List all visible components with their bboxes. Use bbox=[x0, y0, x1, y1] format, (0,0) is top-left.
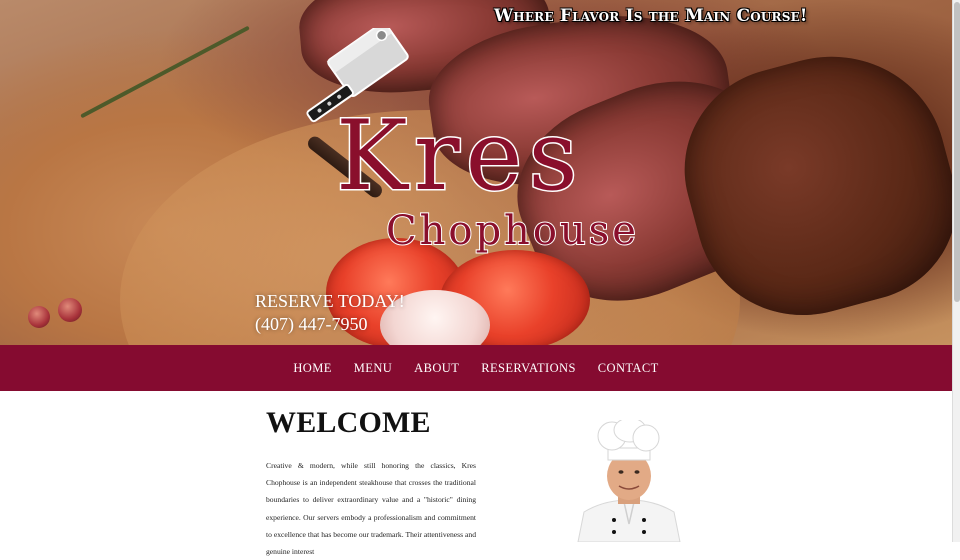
intro-paragraph: Creative & modern, while still honoring … bbox=[266, 461, 476, 557]
main-nav: HOME MENU ABOUT RESERVATIONS CONTACT bbox=[0, 345, 952, 391]
rosemary-decoration bbox=[80, 25, 250, 119]
scrollbar-thumb[interactable] bbox=[954, 2, 960, 302]
nav-item-menu[interactable]: MENU bbox=[354, 361, 392, 376]
welcome-heading: WELCOME bbox=[266, 406, 431, 439]
nav-item-reservations[interactable]: RESERVATIONS bbox=[481, 361, 576, 376]
reserve-phone-link[interactable]: (407) 447-7950 bbox=[255, 313, 405, 336]
nav-item-contact[interactable]: CONTACT bbox=[598, 361, 659, 376]
nav-item-about[interactable]: ABOUT bbox=[414, 361, 459, 376]
tagline: Where Flavor Is the Main Course! bbox=[494, 6, 808, 26]
page-scrollbar[interactable] bbox=[952, 0, 960, 542]
nav-item-home[interactable]: HOME bbox=[293, 361, 331, 376]
reserve-label: RESERVE TODAY! bbox=[255, 291, 405, 311]
peppercorn-decoration bbox=[28, 306, 50, 328]
peppercorn-decoration bbox=[58, 298, 82, 322]
hero-banner: Where Flavor Is the Main Course! Kres Ch… bbox=[0, 0, 952, 345]
chef-photo bbox=[577, 420, 681, 542]
logo-subtitle: Chophouse bbox=[385, 208, 639, 254]
reserve-block: RESERVE TODAY! (407) 447-7950 bbox=[255, 290, 405, 336]
logo-wordmark[interactable]: Kres bbox=[335, 107, 584, 206]
